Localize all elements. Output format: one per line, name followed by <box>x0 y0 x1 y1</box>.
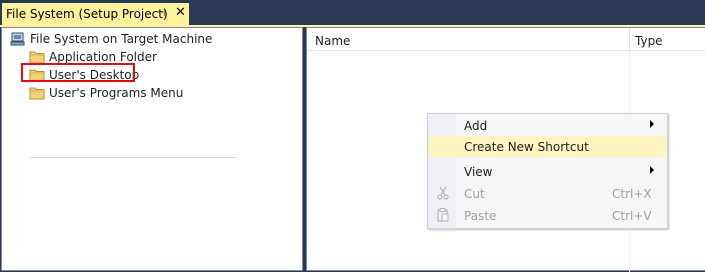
menu-item-shortcut: Ctrl+V <box>612 209 652 223</box>
close-icon[interactable]: ✕ <box>175 5 186 20</box>
menu-item-label: Create New Shortcut <box>464 140 589 154</box>
tree-item-users-programs-menu[interactable]: User's Programs Menu <box>29 84 183 101</box>
cut-icon <box>436 186 450 200</box>
list-header: Name Type <box>307 28 705 51</box>
tree-item-label: Application Folder <box>49 49 157 64</box>
tab-file-system[interactable]: File System (Setup Project) ⊣ ✕ <box>2 3 189 25</box>
menu-separator <box>30 157 236 158</box>
menu-item-label: Add <box>464 119 488 133</box>
column-header-name[interactable]: Name <box>315 34 350 48</box>
computer-icon <box>10 31 26 47</box>
menu-item-cut[interactable]: Cut Ctrl+X <box>429 183 666 204</box>
submenu-arrow-icon <box>650 120 654 128</box>
folder-icon <box>29 86 45 100</box>
highlight-annotation-box <box>21 63 135 82</box>
menu-item-create-new-shortcut[interactable]: Create New Shortcut <box>429 136 666 157</box>
pin-icon[interactable]: ⊣ <box>156 6 166 19</box>
menu-item-label: View <box>464 165 493 179</box>
tree-item-label: File System on Target Machine <box>30 31 213 46</box>
tab-title: File System (Setup Project) <box>6 7 168 21</box>
submenu-arrow-icon <box>650 166 654 174</box>
tree-item-label: User's Programs Menu <box>49 85 184 100</box>
menu-item-add[interactable]: Add <box>429 115 666 136</box>
menu-item-label: Paste <box>464 209 497 223</box>
menu-item-view[interactable]: View <box>429 161 666 182</box>
document-tab-bar: File System (Setup Project) ⊣ ✕ <box>0 0 705 25</box>
menu-item-shortcut: Ctrl+X <box>612 187 652 201</box>
tree-item-root[interactable]: File System on Target Machine <box>10 30 212 47</box>
column-header-type[interactable]: Type <box>635 34 663 48</box>
menu-item-paste[interactable]: Paste Ctrl+V <box>429 205 666 226</box>
paste-icon <box>436 208 450 222</box>
context-menu: Add Create New Shortcut View Cut Ctrl+X <box>427 113 668 229</box>
menu-item-label: Cut <box>464 187 485 201</box>
folder-icon <box>29 50 45 64</box>
column-divider[interactable] <box>629 28 630 51</box>
